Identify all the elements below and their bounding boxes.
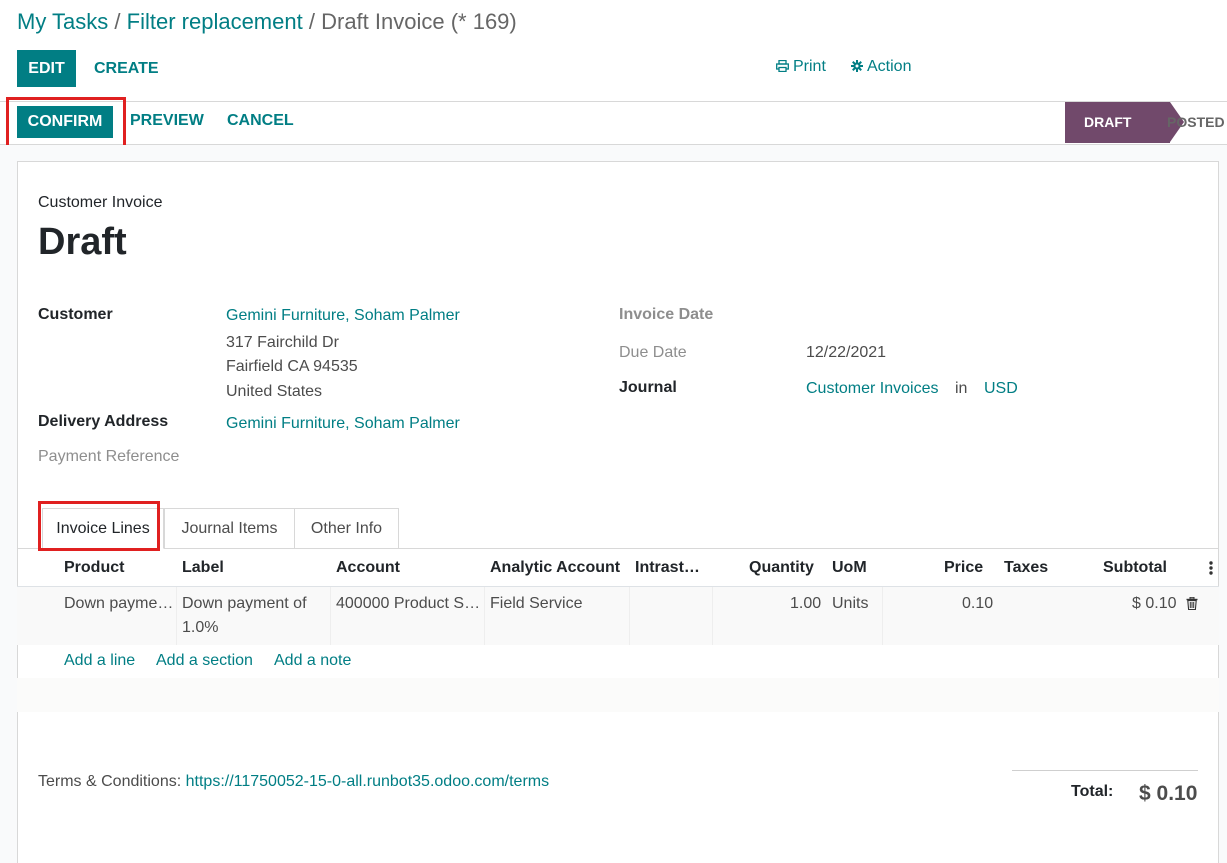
cancel-button[interactable]: CANCEL: [227, 112, 294, 130]
highlight-box-confirm: [6, 97, 126, 150]
delivery-address-label: Delivery Address: [38, 413, 169, 430]
total-amount: $ 0.10: [1139, 782, 1198, 805]
address-line1: 317 Fairchild Dr: [226, 334, 339, 351]
delivery-address-field[interactable]: Gemini Furniture, Soham Palmer: [226, 415, 460, 433]
cell-subtotal: $ 0.10: [1132, 595, 1177, 612]
column-header-label[interactable]: Label: [182, 559, 224, 577]
column-separator: [484, 587, 485, 645]
payment-reference-label: Payment Reference: [38, 448, 180, 465]
tab-other-info[interactable]: Other Info: [294, 508, 399, 549]
cell-analytic-account[interactable]: Field Service: [490, 595, 582, 613]
invoice-date-label: Invoice Date: [619, 306, 714, 323]
optional-columns-icon[interactable]: [1209, 561, 1213, 580]
column-separator: [176, 587, 177, 645]
cell-quantity[interactable]: 1.00: [790, 595, 821, 613]
due-date-label: Due Date: [619, 344, 687, 361]
invoice-title: Draft: [38, 221, 127, 263]
stage-draft[interactable]: DRAFT: [1065, 102, 1170, 143]
column-header-analytic-account[interactable]: Analytic Account: [490, 559, 620, 577]
cell-label-line2[interactable]: 1.0%: [182, 619, 218, 637]
column-header-quantity[interactable]: Quantity: [749, 559, 814, 577]
terms-and-conditions: Terms & Conditions: https://11750052-15-…: [38, 773, 549, 791]
terms-link[interactable]: https://11750052-15-0-all.runbot35.odoo.…: [186, 773, 549, 790]
stage-posted[interactable]: POSTED: [1167, 114, 1225, 130]
column-separator: [712, 587, 713, 645]
currency-field[interactable]: USD: [984, 380, 1018, 398]
journal-in-text: in: [955, 380, 968, 397]
edit-button[interactable]: EDIT: [17, 50, 76, 87]
address-line3: United States: [226, 383, 323, 400]
cell-product[interactable]: Down payme…: [64, 595, 173, 613]
print-label: Print: [793, 58, 826, 75]
breadcrumb-current: Draft Invoice (* 169): [321, 9, 517, 34]
column-separator: [629, 587, 630, 645]
column-header-taxes[interactable]: Taxes: [1004, 559, 1048, 577]
highlight-box-invoice-lines: [38, 501, 160, 551]
action-label: Action: [867, 58, 912, 75]
column-header-subtotal[interactable]: Subtotal: [1103, 559, 1167, 577]
column-header-account[interactable]: Account: [336, 559, 400, 577]
column-header-uom[interactable]: UoM: [832, 559, 867, 577]
column-separator: [882, 587, 883, 645]
cell-label-line1[interactable]: Down payment of: [182, 595, 307, 613]
print-button[interactable]: Print: [776, 58, 826, 76]
total-divider: [1012, 770, 1198, 771]
add-section-link[interactable]: Add a section: [156, 652, 253, 670]
invoice-type-label: Customer Invoice: [38, 194, 163, 211]
trash-icon[interactable]: [1186, 596, 1198, 615]
empty-row-stripe: [17, 678, 1219, 712]
column-separator: [330, 587, 331, 645]
terms-label: Terms & Conditions:: [38, 773, 182, 790]
print-icon: [776, 59, 789, 73]
column-header-product[interactable]: Product: [64, 559, 124, 577]
breadcrumb-separator: /: [308, 9, 315, 34]
action-button[interactable]: Action: [851, 58, 911, 76]
breadcrumb-my-tasks[interactable]: My Tasks: [17, 9, 108, 34]
journal-field[interactable]: Customer Invoices: [806, 380, 939, 398]
customer-label: Customer: [38, 306, 113, 323]
breadcrumb: My Tasks / Filter replacement / Draft In…: [17, 9, 517, 35]
due-date-field[interactable]: 12/22/2021: [806, 344, 886, 362]
breadcrumb-separator: /: [114, 9, 121, 34]
create-button[interactable]: CREATE: [94, 50, 159, 87]
tab-journal-items[interactable]: Journal Items: [164, 508, 295, 549]
cell-uom[interactable]: Units: [832, 595, 868, 613]
cell-price[interactable]: 0.10: [962, 595, 993, 613]
customer-field[interactable]: Gemini Furniture, Soham Palmer: [226, 307, 460, 325]
column-header-intrastat[interactable]: Intrast…: [635, 559, 700, 577]
column-header-price[interactable]: Price: [944, 559, 983, 577]
journal-label: Journal: [619, 379, 677, 396]
add-note-link[interactable]: Add a note: [274, 652, 351, 670]
total-label: Total:: [1071, 783, 1114, 800]
address-line2: Fairfield CA 94535: [226, 358, 358, 375]
cell-account[interactable]: 400000 Product S…: [336, 595, 480, 613]
breadcrumb-filter-replacement[interactable]: Filter replacement: [127, 9, 303, 34]
gear-icon: [851, 60, 863, 72]
add-line-link[interactable]: Add a line: [64, 652, 135, 670]
preview-button[interactable]: PREVIEW: [130, 112, 204, 130]
